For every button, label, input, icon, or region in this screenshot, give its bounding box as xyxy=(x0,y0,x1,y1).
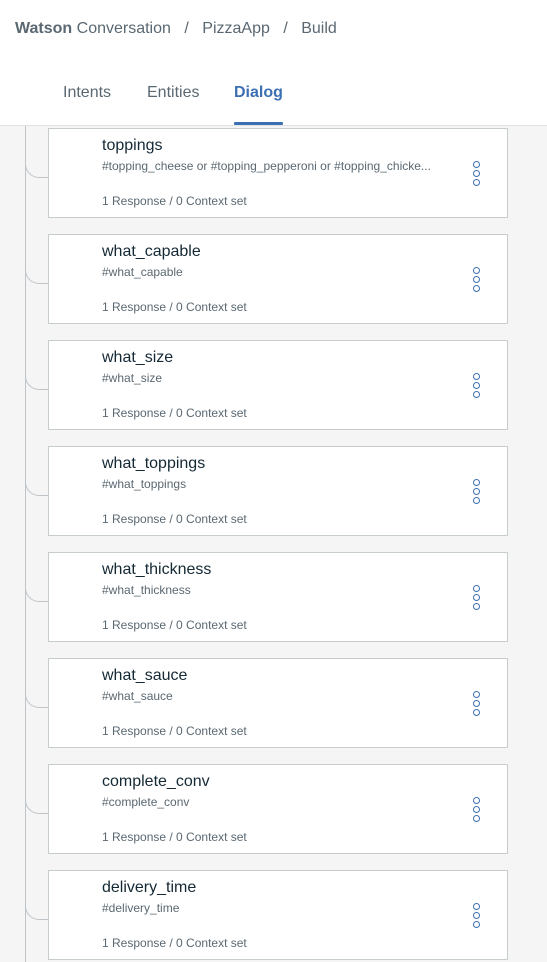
menu-dot xyxy=(473,276,480,283)
tree-connector xyxy=(25,872,49,920)
node-title: what_thickness xyxy=(102,561,212,578)
node-condition: #what_sauce xyxy=(102,689,173,703)
dialog-node-what-capable[interactable]: what_capable #what_capable 1 Response / 0 … xyxy=(48,234,508,324)
dialog-canvas[interactable]: toppings #topping_cheese or #topping_pepp… xyxy=(0,126,547,962)
overflow-menu-vertical-icon[interactable] xyxy=(469,585,485,613)
menu-dot xyxy=(473,373,480,380)
brand-name-bold: Watson xyxy=(15,20,73,37)
menu-dot xyxy=(473,815,480,822)
node-response-summary: 1 Response / 0 Context set xyxy=(102,406,247,420)
menu-dot xyxy=(473,797,480,804)
menu-dot xyxy=(473,179,480,186)
node-title: what_toppings xyxy=(102,455,206,472)
tree-connector xyxy=(25,236,49,284)
menu-dot xyxy=(473,903,480,910)
menu-dot xyxy=(473,267,480,274)
menu-dot xyxy=(473,912,480,919)
tab-dialog[interactable]: Dialog xyxy=(234,84,283,125)
breadcrumb: Watson Conversation / PizzaApp / Build xyxy=(15,20,337,38)
node-condition: #delivery_time xyxy=(102,901,180,915)
menu-dot xyxy=(473,497,480,504)
node-title: toppings xyxy=(102,137,163,154)
node-response-summary: 1 Response / 0 Context set xyxy=(102,512,247,526)
overflow-menu-vertical-icon[interactable] xyxy=(469,161,485,189)
node-response-summary: 1 Response / 0 Context set xyxy=(102,618,247,632)
tree-connector xyxy=(25,660,49,708)
dialog-node-delivery-time[interactable]: delivery_time #delivery_time 1 Response / … xyxy=(48,870,508,960)
node-title: what_sauce xyxy=(102,667,188,684)
dialog-node-what-toppings[interactable]: what_toppings #what_toppings 1 Response / … xyxy=(48,446,508,536)
dialog-node-toppings[interactable]: toppings #topping_cheese or #topping_pepp… xyxy=(48,128,508,218)
node-condition: #what_capable xyxy=(102,265,183,279)
dialog-node-complete-conv[interactable]: complete_conv #complete_conv 1 Response / … xyxy=(48,764,508,854)
node-condition: #what_size xyxy=(102,371,163,385)
node-response-summary: 1 Response / 0 Context set xyxy=(102,300,247,314)
tree-connector xyxy=(25,342,49,390)
node-condition: #what_thickness xyxy=(102,583,191,597)
menu-dot xyxy=(473,161,480,168)
dialog-node-what-thickness[interactable]: what_thickness #what_thickness 1 Response … xyxy=(48,552,508,642)
menu-dot xyxy=(473,921,480,928)
node-condition: #complete_conv xyxy=(102,795,190,809)
overflow-menu-vertical-icon[interactable] xyxy=(469,691,485,719)
menu-dot xyxy=(473,700,480,707)
tree-connector xyxy=(25,554,49,602)
overflow-menu-vertical-icon[interactable] xyxy=(469,373,485,401)
node-title: what_size xyxy=(102,349,174,366)
menu-dot xyxy=(473,603,480,610)
menu-dot xyxy=(473,479,480,486)
overflow-menu-vertical-icon[interactable] xyxy=(469,479,485,507)
menu-dot xyxy=(473,709,480,716)
menu-dot xyxy=(473,488,480,495)
tree-connector xyxy=(25,448,49,496)
menu-dot xyxy=(473,585,480,592)
brand-name-rest[interactable]: Conversation xyxy=(72,20,171,37)
dialog-node-what-sauce[interactable]: what_sauce #what_sauce 1 Response / 0 Cont… xyxy=(48,658,508,748)
menu-dot xyxy=(473,285,480,292)
menu-dot xyxy=(473,691,480,698)
node-condition: #topping_cheese or #topping_pepperoni or… xyxy=(102,159,431,173)
node-condition: #what_toppings xyxy=(102,477,187,491)
menu-dot xyxy=(473,594,480,601)
tab-entities[interactable]: Entities xyxy=(147,84,199,125)
node-response-summary: 1 Response / 0 Context set xyxy=(102,724,247,738)
menu-dot xyxy=(473,806,480,813)
node-title: delivery_time xyxy=(102,879,197,896)
tab-intents[interactable]: Intents xyxy=(63,84,111,125)
breadcrumb-page: Build xyxy=(301,20,337,37)
tree-connector xyxy=(25,130,49,178)
menu-dot xyxy=(473,170,480,177)
node-response-summary: 1 Response / 0 Context set xyxy=(102,830,247,844)
tree-connector xyxy=(25,766,49,814)
menu-dot xyxy=(473,382,480,389)
node-response-summary: 1 Response / 0 Context set xyxy=(102,194,247,208)
overflow-menu-vertical-icon[interactable] xyxy=(469,267,485,295)
node-title: what_capable xyxy=(102,243,201,260)
breadcrumb-separator: / xyxy=(184,20,189,37)
dialog-node-what-size[interactable]: what_size #what_size 1 Response / 0 Contex… xyxy=(48,340,508,430)
node-title: complete_conv xyxy=(102,773,210,790)
breadcrumb-separator: / xyxy=(283,20,288,37)
menu-dot xyxy=(473,391,480,398)
app-header: Watson Conversation / PizzaApp / Build I… xyxy=(0,0,547,125)
overflow-menu-vertical-icon[interactable] xyxy=(469,903,485,931)
node-response-summary: 1 Response / 0 Context set xyxy=(102,936,247,950)
overflow-menu-vertical-icon[interactable] xyxy=(469,797,485,825)
breadcrumb-workspace[interactable]: PizzaApp xyxy=(202,20,270,37)
